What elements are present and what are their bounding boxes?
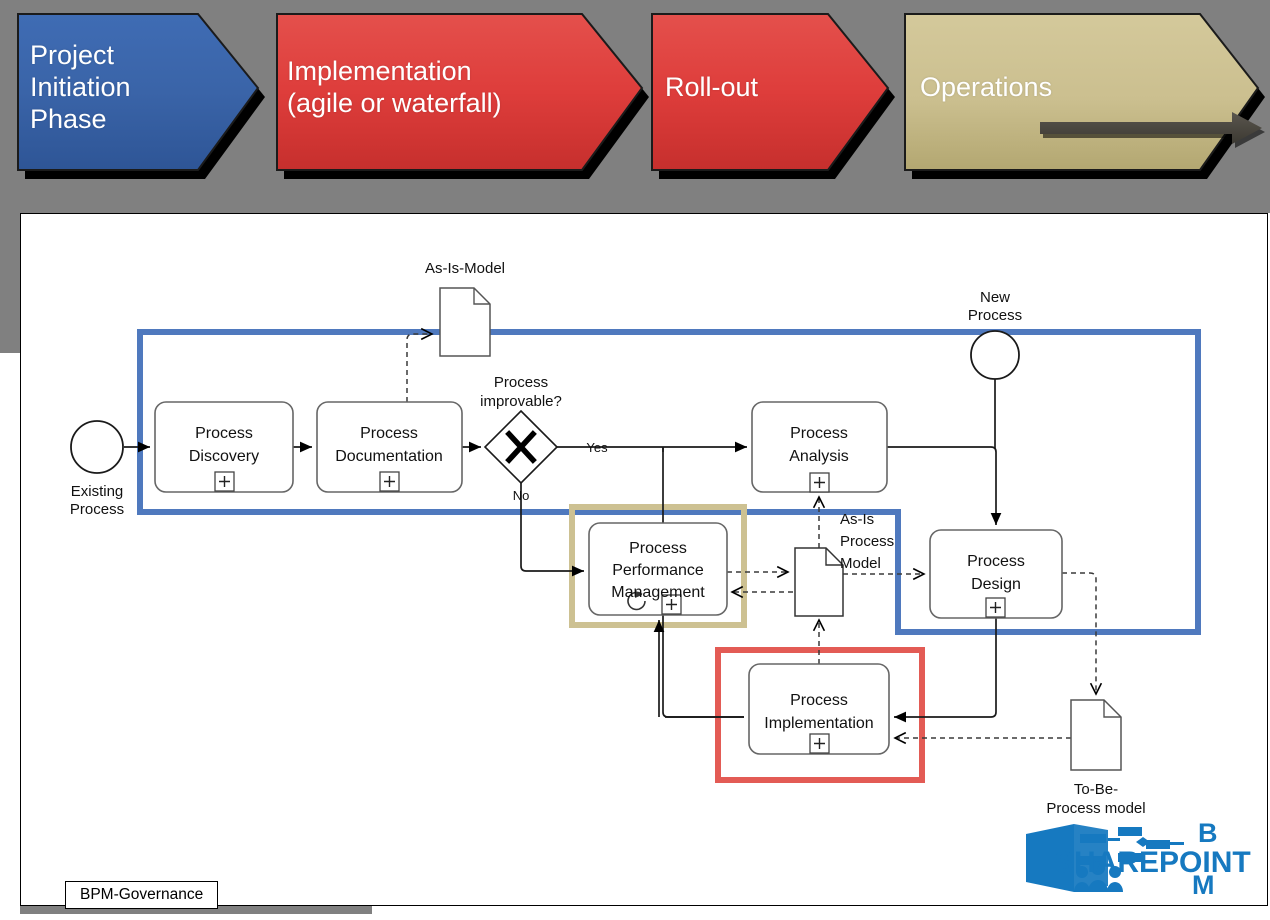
task-process-discovery[interactable] [154, 401, 294, 493]
label-as-is-process-model-2: Process [840, 533, 894, 550]
label-yes: Yes [586, 440, 608, 455]
start-event-new-process[interactable] [970, 330, 1020, 380]
bpm-governance-label: BPM-Governance [65, 881, 219, 909]
label-documentation-1: Process [360, 425, 418, 442]
phase-label-implementation: Implementation (agile or waterfall) [287, 56, 502, 118]
slide-root: Project Initiation Phase Implementation … [0, 0, 1270, 920]
label-implementation-2: Implementation [764, 715, 873, 732]
label-existing-process-line2: Process [70, 501, 124, 518]
label-design-1: Process [967, 553, 1025, 570]
phase-label-rollout: Roll-out [665, 72, 759, 103]
label-analysis-1: Process [790, 425, 848, 442]
label-to-be-model-1: To-Be- [1074, 781, 1118, 798]
label-existing-process-line1: Existing [71, 483, 124, 500]
logo-letter-b: B [1198, 820, 1218, 848]
label-as-is-process-model-3: Model [840, 555, 881, 572]
sharepoint-bpm-logo: B M SHAREPOINT [1026, 820, 1251, 900]
label-ppm-1: Process [629, 540, 687, 557]
label-discovery-2: Discovery [189, 448, 259, 465]
phase-label-project-initiation: Project Initiation Phase [30, 40, 131, 134]
data-object-to-be-process-model[interactable] [1070, 699, 1122, 771]
label-design-2: Design [971, 576, 1021, 593]
label-to-be-model-2: Process model [1046, 800, 1145, 817]
label-discovery-1: Process [195, 425, 253, 442]
label-as-is-model: As-Is-Model [425, 260, 505, 277]
label-gateway-line2: improvable? [480, 393, 562, 410]
task-process-implementation[interactable] [748, 663, 890, 755]
label-ppm-3: Management [611, 584, 705, 601]
task-process-documentation[interactable] [316, 401, 463, 493]
label-gateway-line1: Process [494, 374, 548, 391]
data-object-as-is-process-model[interactable] [794, 547, 844, 617]
data-object-as-is-model[interactable] [439, 287, 491, 357]
logo-wordmark: SHAREPOINT [1054, 846, 1251, 879]
phase-label-operations: Operations [920, 72, 1053, 103]
label-analysis-2: Analysis [789, 448, 849, 465]
task-process-design[interactable] [929, 529, 1063, 619]
start-event-existing-process[interactable] [70, 420, 124, 474]
label-new-process-line2: Process [968, 307, 1022, 324]
label-implementation-1: Process [790, 692, 848, 709]
label-new-process-line1: New [980, 289, 1010, 306]
label-documentation-2: Documentation [335, 448, 443, 465]
label-ppm-2: Performance [612, 562, 704, 579]
label-as-is-process-model-1: As-Is [840, 511, 874, 528]
label-no: No [513, 488, 530, 503]
gateway-process-improvable[interactable] [483, 409, 559, 485]
task-process-analysis[interactable] [751, 401, 888, 493]
bpmn-diagram-layer: Existing Process New Process As-Is-Model… [70, 260, 1201, 817]
